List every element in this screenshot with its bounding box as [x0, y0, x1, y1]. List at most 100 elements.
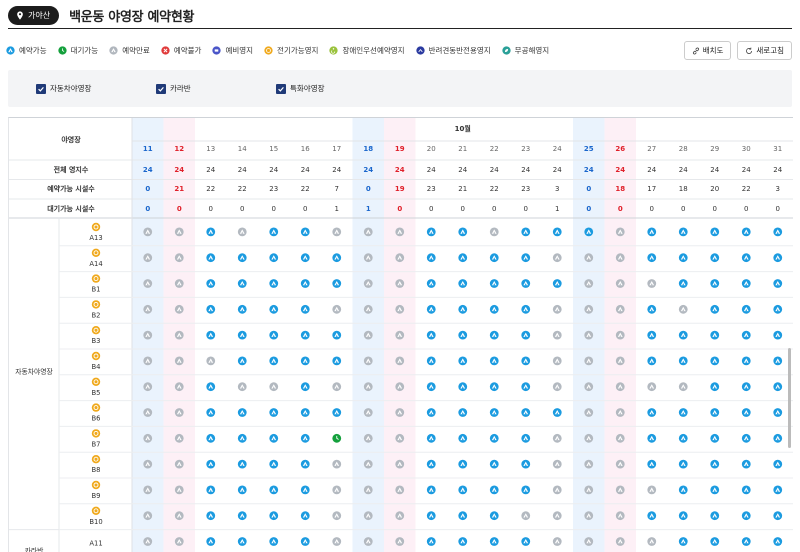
tent-available-icon[interactable] — [458, 356, 468, 366]
tent-available-icon[interactable] — [237, 537, 247, 546]
tent-available-icon[interactable] — [332, 253, 342, 263]
layout-map-button[interactable]: 배치도 — [683, 41, 732, 60]
tent-available-icon[interactable] — [237, 408, 247, 417]
tent-available-icon[interactable] — [300, 279, 310, 288]
tent-available-icon[interactable] — [458, 433, 468, 443]
tent-available-icon[interactable] — [773, 356, 783, 366]
tent-available-icon[interactable] — [237, 459, 247, 469]
tent-available-icon[interactable] — [300, 356, 310, 366]
tent-available-icon[interactable] — [678, 511, 688, 521]
tent-available-icon[interactable] — [584, 227, 594, 237]
tent-available-icon[interactable] — [678, 279, 688, 288]
tent-available-icon[interactable] — [458, 304, 468, 314]
tent-available-icon[interactable] — [710, 330, 720, 340]
tent-available-icon[interactable] — [300, 459, 310, 469]
tent-available-icon[interactable] — [300, 227, 310, 237]
tent-available-icon[interactable] — [206, 253, 216, 263]
tent-available-icon[interactable] — [710, 356, 720, 366]
tent-available-icon[interactable] — [269, 304, 279, 314]
tent-available-icon[interactable] — [521, 304, 531, 314]
scrollbar[interactable] — [788, 348, 791, 448]
tent-available-icon[interactable] — [206, 330, 216, 340]
tent-available-icon[interactable] — [458, 408, 468, 417]
tent-available-icon[interactable] — [741, 537, 751, 546]
tent-available-icon[interactable] — [489, 511, 499, 521]
tent-available-icon[interactable] — [521, 356, 531, 366]
tent-available-icon[interactable] — [678, 459, 688, 469]
tent-available-icon[interactable] — [300, 485, 310, 495]
filter-auto-camping[interactable]: 자동차야영장 — [36, 83, 91, 94]
tent-available-icon[interactable] — [426, 227, 436, 237]
tent-available-icon[interactable] — [489, 459, 499, 469]
tent-available-icon[interactable] — [678, 485, 688, 495]
tent-available-icon[interactable] — [458, 459, 468, 469]
tent-available-icon[interactable] — [710, 279, 720, 288]
tent-available-icon[interactable] — [458, 330, 468, 340]
tent-available-icon[interactable] — [773, 382, 783, 392]
tent-available-icon[interactable] — [647, 227, 657, 237]
tent-available-icon[interactable] — [710, 459, 720, 469]
checkbox-checked-icon[interactable] — [276, 83, 286, 94]
tent-available-icon[interactable] — [741, 433, 751, 443]
tent-available-icon[interactable] — [269, 433, 279, 443]
tent-available-icon[interactable] — [647, 459, 657, 469]
tent-available-icon[interactable] — [710, 408, 720, 417]
tent-available-icon[interactable] — [206, 485, 216, 495]
tent-available-icon[interactable] — [773, 304, 783, 314]
tent-available-icon[interactable] — [300, 382, 310, 392]
tent-available-icon[interactable] — [489, 356, 499, 366]
tent-available-icon[interactable] — [710, 511, 720, 521]
tent-available-icon[interactable] — [300, 511, 310, 521]
tent-available-icon[interactable] — [678, 253, 688, 263]
tent-available-icon[interactable] — [206, 408, 216, 417]
tent-available-icon[interactable] — [426, 433, 436, 443]
tent-available-icon[interactable] — [521, 459, 531, 469]
tent-available-icon[interactable] — [206, 304, 216, 314]
tent-available-icon[interactable] — [206, 537, 216, 546]
tent-available-icon[interactable] — [552, 279, 562, 288]
tent-available-icon[interactable] — [426, 408, 436, 417]
tent-available-icon[interactable] — [489, 253, 499, 263]
tent-available-icon[interactable] — [521, 253, 531, 263]
tent-available-icon[interactable] — [647, 408, 657, 417]
tent-available-icon[interactable] — [269, 459, 279, 469]
tent-available-icon[interactable] — [773, 227, 783, 237]
tent-available-icon[interactable] — [710, 382, 720, 392]
tent-available-icon[interactable] — [710, 304, 720, 314]
tent-available-icon[interactable] — [269, 227, 279, 237]
tent-available-icon[interactable] — [237, 356, 247, 366]
tent-available-icon[interactable] — [206, 279, 216, 288]
tent-available-icon[interactable] — [269, 485, 279, 495]
tent-available-icon[interactable] — [458, 279, 468, 288]
tent-available-icon[interactable] — [237, 304, 247, 314]
tent-available-icon[interactable] — [426, 459, 436, 469]
tent-available-icon[interactable] — [773, 279, 783, 288]
tent-available-icon[interactable] — [521, 433, 531, 443]
tent-available-icon[interactable] — [206, 511, 216, 521]
tent-available-icon[interactable] — [647, 304, 657, 314]
tent-available-icon[interactable] — [206, 459, 216, 469]
tent-available-icon[interactable] — [710, 537, 720, 546]
tent-available-icon[interactable] — [237, 433, 247, 443]
tent-available-icon[interactable] — [269, 511, 279, 521]
tent-available-icon[interactable] — [237, 279, 247, 288]
tent-available-icon[interactable] — [458, 537, 468, 546]
tent-available-icon[interactable] — [237, 485, 247, 495]
tent-available-icon[interactable] — [710, 253, 720, 263]
tent-available-icon[interactable] — [773, 485, 783, 495]
tent-available-icon[interactable] — [741, 459, 751, 469]
tent-available-icon[interactable] — [237, 330, 247, 340]
tent-available-icon[interactable] — [489, 279, 499, 288]
checkbox-checked-icon[interactable] — [36, 83, 46, 94]
tent-available-icon[interactable] — [521, 408, 531, 417]
tent-available-icon[interactable] — [741, 279, 751, 288]
checkbox-checked-icon[interactable] — [156, 83, 166, 94]
tent-available-icon[interactable] — [678, 330, 688, 340]
tent-available-icon[interactable] — [426, 382, 436, 392]
tent-available-icon[interactable] — [741, 408, 751, 417]
tent-available-icon[interactable] — [741, 511, 751, 521]
tent-available-icon[interactable] — [332, 408, 342, 417]
tent-available-icon[interactable] — [647, 433, 657, 443]
tent-available-icon[interactable] — [489, 485, 499, 495]
tent-available-icon[interactable] — [552, 408, 562, 417]
